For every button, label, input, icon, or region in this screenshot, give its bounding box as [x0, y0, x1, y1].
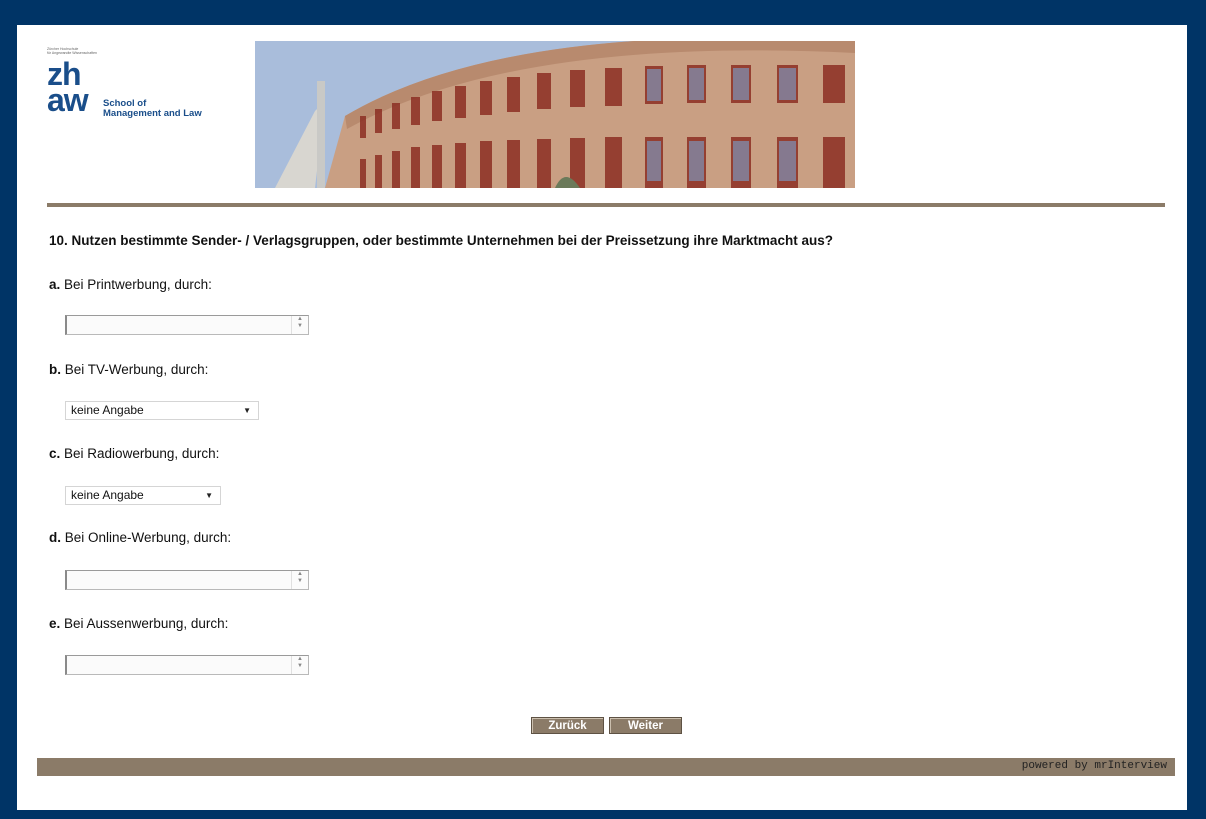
building-banner-image: [255, 41, 855, 188]
header-divider: [47, 203, 1165, 207]
item-text: Bei Printwerbung, durch:: [64, 277, 212, 292]
online-advertising-textarea[interactable]: ▲ ▼: [65, 570, 309, 590]
item-label-a: a. Bei Printwerbung, durch:: [49, 277, 212, 292]
logo-school-name: School of Management and Law: [103, 98, 202, 119]
item-text: Bei Radiowerbung, durch:: [64, 446, 220, 461]
select-value: keine Angabe: [71, 488, 144, 502]
next-button[interactable]: Weiter: [609, 717, 682, 734]
scroll-arrows-icon[interactable]: ▲ ▼: [291, 316, 308, 334]
powered-by-text: powered by mrInterview: [1021, 760, 1167, 772]
item-letter: b.: [49, 362, 61, 377]
footer-bar: powered by mrInterview: [37, 758, 1175, 776]
item-text: Bei Aussenwerbung, durch:: [64, 616, 229, 631]
item-text: Bei TV-Werbung, durch:: [64, 362, 209, 377]
tv-advertising-select[interactable]: keine Angabe ▼: [65, 401, 259, 420]
item-text: Bei Online-Werbung, durch:: [64, 530, 232, 545]
logo-small-text: Zürcher Hochschule für Angewandte Wissen…: [47, 47, 98, 55]
zhaw-logo: Zürcher Hochschule für Angewandte Wissen…: [47, 47, 237, 137]
item-letter: c.: [49, 446, 61, 461]
survey-page: Zürcher Hochschule für Angewandte Wissen…: [17, 25, 1187, 810]
print-advertising-textarea[interactable]: ▲ ▼: [65, 315, 309, 335]
scroll-arrows-icon[interactable]: ▲ ▼: [291, 656, 308, 674]
building-illustration: [255, 41, 855, 188]
select-value: keine Angabe: [71, 403, 144, 417]
dropdown-arrow-icon: ▼: [205, 491, 213, 500]
item-label-d: d. Bei Online-Werbung, durch:: [49, 530, 231, 545]
item-label-e: e. Bei Aussenwerbung, durch:: [49, 616, 228, 631]
item-letter: d.: [49, 530, 61, 545]
question-title: 10. Nutzen bestimmte Sender- / Verlagsgr…: [49, 233, 833, 248]
item-label-b: b. Bei TV-Werbung, durch:: [49, 362, 208, 377]
radio-advertising-select[interactable]: keine Angabe ▼: [65, 486, 221, 505]
scroll-arrows-icon[interactable]: ▲ ▼: [291, 571, 308, 589]
outdoor-advertising-textarea[interactable]: ▲ ▼: [65, 655, 309, 675]
item-label-c: c. Bei Radiowerbung, durch:: [49, 446, 219, 461]
back-button[interactable]: Zurück: [531, 717, 604, 734]
dropdown-arrow-icon: ▼: [243, 406, 251, 415]
item-letter: a.: [49, 277, 61, 292]
item-letter: e.: [49, 616, 61, 631]
logo-zhaw-mark: zh aw: [47, 56, 89, 118]
